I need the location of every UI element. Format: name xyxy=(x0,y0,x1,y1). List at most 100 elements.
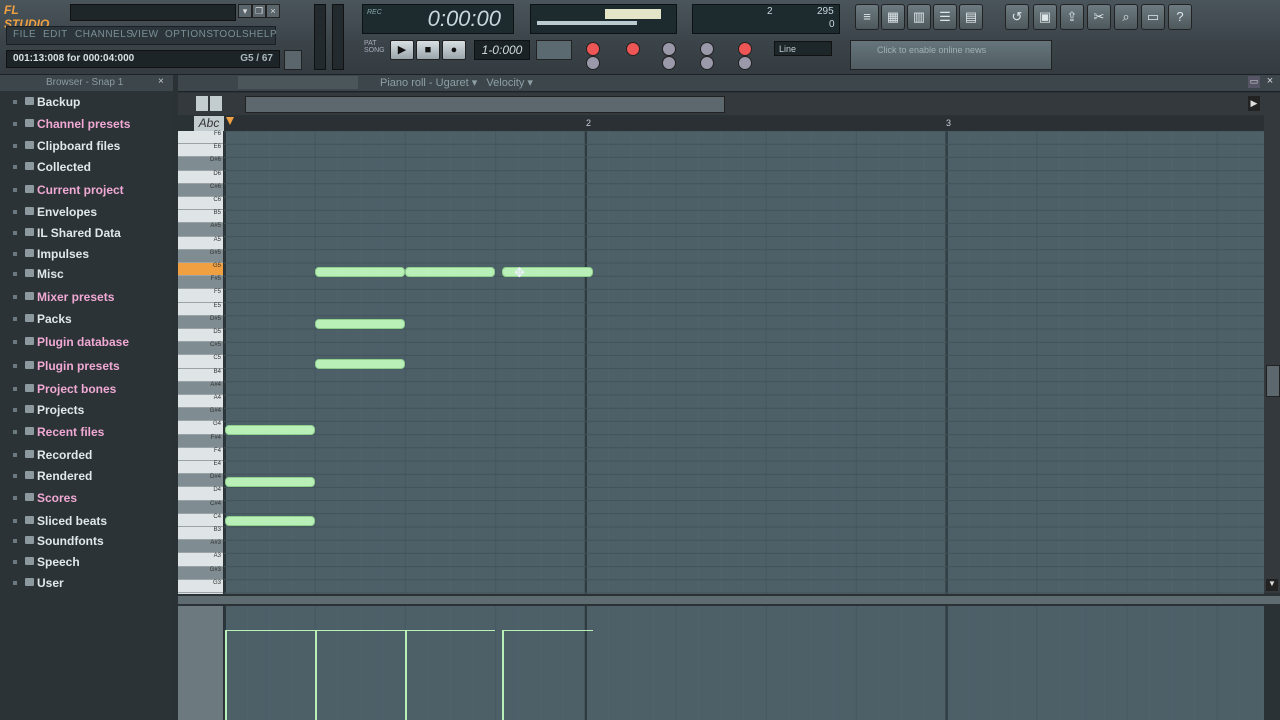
browser-item-current-project[interactable]: Current project xyxy=(10,181,172,201)
browser-item-user[interactable]: User xyxy=(10,574,172,594)
piano-key[interactable]: G#3 xyxy=(178,566,223,580)
piano-key[interactable]: D#5 xyxy=(178,315,223,329)
velocity-stem[interactable] xyxy=(405,630,407,720)
piano-key[interactable]: A#3 xyxy=(178,540,223,554)
piano-roll-icon[interactable]: ▥ xyxy=(907,4,931,30)
browser-item-rendered[interactable]: Rendered xyxy=(10,467,172,487)
undo-icon[interactable]: ↺ xyxy=(1005,4,1029,30)
browser-item-mixer-presets[interactable]: Mixer presets xyxy=(10,288,172,308)
piano-key[interactable]: E5 xyxy=(178,302,223,316)
browser-close-icon[interactable]: × xyxy=(158,76,164,87)
piano-key[interactable]: F#5 xyxy=(178,276,223,290)
loop-rec-icon[interactable] xyxy=(738,42,752,56)
pat-song-switch[interactable]: PAT SONG xyxy=(364,40,385,58)
browser-item-misc[interactable]: Misc xyxy=(10,265,172,285)
menu-help[interactable]: HELP xyxy=(249,29,277,40)
browser-item-soundfonts[interactable]: Soundfonts xyxy=(10,532,172,552)
note[interactable] xyxy=(225,477,315,487)
help-icon[interactable]: ? xyxy=(1168,4,1192,30)
piano-key[interactable]: A3 xyxy=(178,553,223,567)
piano-key[interactable]: D4 xyxy=(178,487,223,501)
browser-item-impulses[interactable]: Impulses xyxy=(10,245,172,265)
browser-item-scores[interactable]: Scores xyxy=(10,489,172,509)
piano-key[interactable]: G#4 xyxy=(178,408,223,422)
menu-file[interactable]: FILE xyxy=(13,29,36,40)
playhead-marker[interactable] xyxy=(226,117,234,125)
velocity-stem[interactable] xyxy=(502,630,504,720)
browser-item-recorded[interactable]: Recorded xyxy=(10,446,172,466)
browser-item-il-shared-data[interactable]: IL Shared Data xyxy=(10,224,172,244)
play-button[interactable]: ▶ xyxy=(390,40,414,60)
vertical-scroll-thumb[interactable] xyxy=(1266,365,1280,397)
record-button[interactable]: ● xyxy=(442,40,466,60)
piano-key[interactable]: B3 xyxy=(178,527,223,541)
pattern-selector[interactable] xyxy=(536,40,572,60)
search-icon[interactable]: ⌕ xyxy=(1114,4,1138,30)
piano-key[interactable]: D#6 xyxy=(178,157,223,171)
notes-icon[interactable]: ▭ xyxy=(1141,4,1165,30)
piano-key[interactable]: E6 xyxy=(178,144,223,158)
browser-item-recent-files[interactable]: Recent files xyxy=(10,423,172,443)
vertical-scrollbar[interactable]: ▼ xyxy=(1264,93,1280,593)
note[interactable] xyxy=(405,267,495,277)
snap-dropdown[interactable]: Line xyxy=(774,41,832,56)
wait-icon[interactable] xyxy=(738,56,752,70)
piano-key[interactable]: F5 xyxy=(178,289,223,303)
tempo-display[interactable]: 1-0:000 xyxy=(474,40,530,60)
browser-item-clipboard-files[interactable]: Clipboard files xyxy=(10,137,172,157)
piano-roll-maximize-icon[interactable]: ▭ xyxy=(1248,76,1260,88)
velocity-lane[interactable] xyxy=(224,606,1264,720)
note-grid[interactable]: ✥ xyxy=(224,131,1264,594)
browser-item-envelopes[interactable]: Envelopes xyxy=(10,203,172,223)
pencil-icon[interactable] xyxy=(196,96,208,111)
piano-keyboard[interactable]: F6 E6 D#6 D6 C#6 C6 B5 A#5 A5 G#5 G5 F#5 F5 E5 D#5 D5 C#… xyxy=(178,131,223,594)
mixer-window-icon[interactable]: ▤ xyxy=(959,4,983,30)
metronome-icon[interactable] xyxy=(586,56,600,70)
piano-key[interactable]: E4 xyxy=(178,461,223,475)
browser-item-projects[interactable]: Projects xyxy=(10,401,172,421)
piano-key[interactable]: C#6 xyxy=(178,183,223,197)
velocity-bar[interactable] xyxy=(405,630,495,631)
song-time-display[interactable]: REC 0:00:00 xyxy=(362,4,514,34)
piano-key[interactable]: G#5 xyxy=(178,249,223,263)
browser-title[interactable]: Browser - Snap 1 xyxy=(46,77,123,88)
piano-key[interactable]: F6 xyxy=(178,131,223,145)
close-icon[interactable]: × xyxy=(266,4,280,18)
piano-key[interactable]: C4 xyxy=(178,513,223,527)
piano-key[interactable]: G3 xyxy=(178,579,223,593)
piano-key[interactable]: F4 xyxy=(178,447,223,461)
piano-key[interactable]: D#4 xyxy=(178,474,223,488)
velocity-bar[interactable] xyxy=(225,630,315,631)
master-pitch-slider[interactable] xyxy=(332,4,344,70)
browser-item-collected[interactable]: Collected xyxy=(10,158,172,178)
velocity-bar[interactable] xyxy=(502,630,593,631)
note-labels-toggle[interactable]: Abc xyxy=(194,116,224,131)
restore-icon[interactable]: ❐ xyxy=(252,4,266,18)
velocity-stem[interactable] xyxy=(225,630,227,720)
piano-key[interactable]: A#4 xyxy=(178,381,223,395)
master-volume-slider[interactable] xyxy=(314,4,326,70)
piano-key[interactable]: C6 xyxy=(178,197,223,211)
horizontal-scrollbar[interactable] xyxy=(245,96,725,113)
browser-icon[interactable]: ☰ xyxy=(933,4,957,30)
typing-keyboard-icon[interactable] xyxy=(662,56,676,70)
rec-toggle-icon[interactable] xyxy=(586,42,600,56)
piano-key[interactable]: B4 xyxy=(178,368,223,382)
menu-icon[interactable]: ▾ xyxy=(238,4,252,18)
menu-edit[interactable]: EDIT xyxy=(43,29,68,40)
note[interactable] xyxy=(225,516,315,526)
online-news-bar[interactable]: Click to enable online news xyxy=(850,40,1052,70)
note[interactable] xyxy=(225,425,315,435)
browser-item-packs[interactable]: Packs xyxy=(10,310,172,330)
scroll-right-icon[interactable]: ▶ xyxy=(1248,96,1260,111)
menu-view[interactable]: VIEW xyxy=(131,29,159,40)
browser-item-sliced-beats[interactable]: Sliced beats xyxy=(10,512,172,532)
note[interactable] xyxy=(315,319,405,329)
browser-item-project-bones[interactable]: Project bones xyxy=(10,380,172,400)
piano-key[interactable]: C#4 xyxy=(178,500,223,514)
menu-options[interactable]: OPTIONS xyxy=(165,29,214,40)
piano-key[interactable]: D5 xyxy=(178,329,223,343)
save-icon[interactable]: ▣ xyxy=(1033,4,1057,30)
paint-icon[interactable] xyxy=(210,96,222,111)
piano-key[interactable]: G5 xyxy=(178,263,223,277)
